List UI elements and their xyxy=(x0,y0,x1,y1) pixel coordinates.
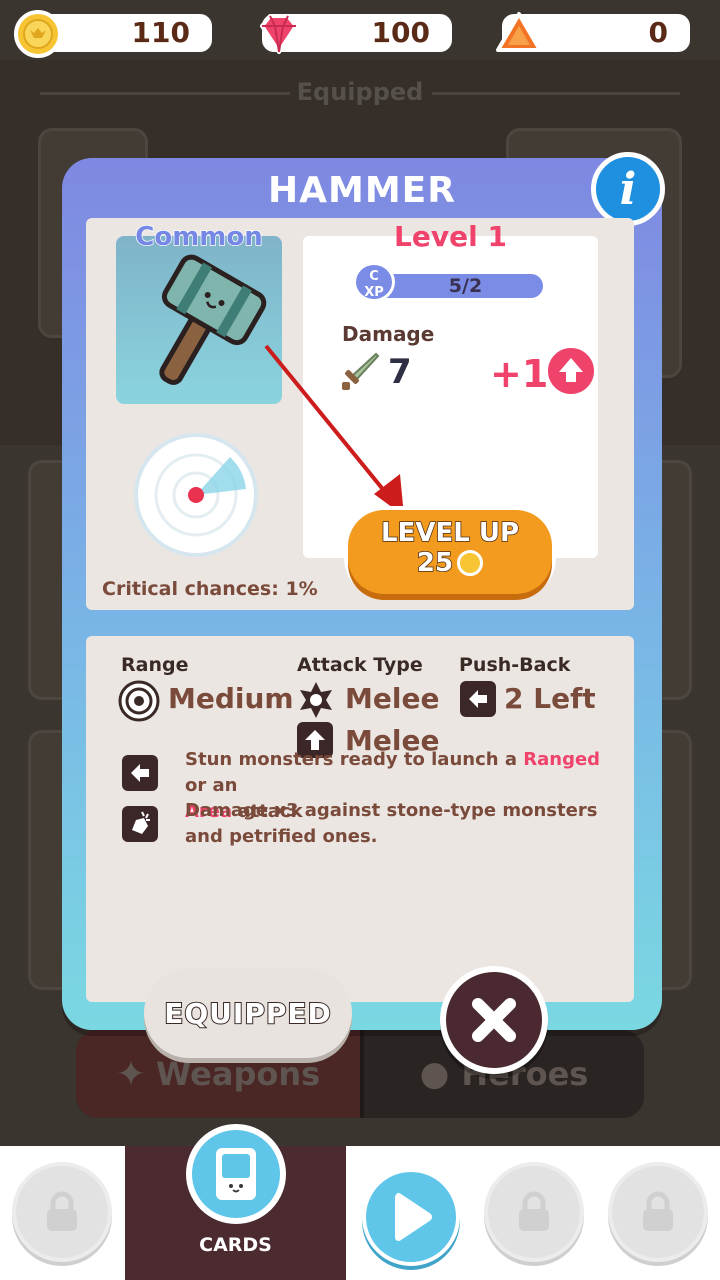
play-icon xyxy=(395,1193,432,1241)
range-value: Medium xyxy=(168,682,294,715)
hero-icon: ● xyxy=(419,1054,450,1094)
pushback-label: Push-Back xyxy=(459,654,571,676)
push-left-icon xyxy=(460,681,496,717)
rarity-label: Common xyxy=(135,221,264,253)
pushback-value: 2 Left xyxy=(504,682,596,715)
xp-progress-text: 5/2 xyxy=(448,275,483,297)
ability-text-part: Stun monsters ready to launch a xyxy=(185,749,524,770)
triangle-token-icon xyxy=(496,12,542,52)
coin-icon xyxy=(457,550,484,576)
level-up-label: LEVEL UP xyxy=(380,517,520,549)
token-count: 0 xyxy=(648,16,668,49)
nav-item-locked[interactable] xyxy=(608,1162,708,1262)
burst-icon xyxy=(300,682,332,718)
rock-smash-icon xyxy=(122,806,158,842)
nav-item-locked[interactable] xyxy=(484,1162,584,1262)
xp-badge-letter: C xyxy=(369,269,379,284)
critical-chance-text: Critical chances: 1% xyxy=(102,578,318,600)
close-button[interactable] xyxy=(440,966,548,1074)
weapon-icon: ✦ xyxy=(115,1053,146,1095)
cards-tab-label: CARDS xyxy=(199,1234,272,1256)
card-icon xyxy=(216,1148,256,1200)
info-icon: i xyxy=(619,163,637,215)
critical-radar-icon xyxy=(134,433,258,557)
weapon-portrait xyxy=(116,236,282,404)
play-button[interactable] xyxy=(362,1168,460,1266)
gem-count: 100 xyxy=(371,16,430,49)
close-icon xyxy=(472,998,516,1042)
coin-count: 110 xyxy=(131,16,190,49)
level-label: Level 1 xyxy=(394,220,507,253)
coin-icon xyxy=(14,10,62,58)
lock-icon xyxy=(643,1191,673,1231)
attack-type-value: Melee xyxy=(345,682,440,715)
nav-item-locked[interactable] xyxy=(12,1162,112,1262)
lock-icon xyxy=(47,1191,77,1231)
range-label: Range xyxy=(121,654,189,676)
range-target-icon xyxy=(118,680,160,722)
tab-weapons-label: Weapons xyxy=(156,1055,321,1093)
gem-counter: 100 xyxy=(260,14,452,54)
cards-tab-button[interactable] xyxy=(186,1124,286,1224)
tutorial-arrow-icon xyxy=(264,344,404,516)
damage-increase: +1 xyxy=(490,352,549,396)
upgrade-arrow-icon xyxy=(544,344,598,398)
arrow-left-icon xyxy=(122,755,158,791)
token-counter: 0 xyxy=(496,12,690,52)
xp-badge-label: XP xyxy=(364,285,384,300)
level-up-cost: 25 xyxy=(416,547,454,579)
xp-badge: C XP xyxy=(353,262,395,302)
ability-keyword-ranged: Ranged xyxy=(523,749,601,770)
hammer-icon xyxy=(159,254,267,385)
ability-stone-text: Damage x3 against stone-type monsters an… xyxy=(185,800,598,847)
coin-counter: 110 xyxy=(14,10,212,58)
info-button[interactable]: i xyxy=(591,152,665,226)
ability-text-part: or an xyxy=(185,775,238,796)
modal-title: HAMMER xyxy=(268,170,456,211)
attack-type-label: Attack Type xyxy=(297,654,423,676)
lock-icon xyxy=(519,1191,549,1231)
level-up-button[interactable]: LEVEL UP 25 xyxy=(348,510,552,594)
gem-icon xyxy=(260,14,298,54)
equipped-button[interactable]: EQUIPPED xyxy=(144,968,352,1058)
equipped-section-label: Equipped xyxy=(296,78,424,106)
